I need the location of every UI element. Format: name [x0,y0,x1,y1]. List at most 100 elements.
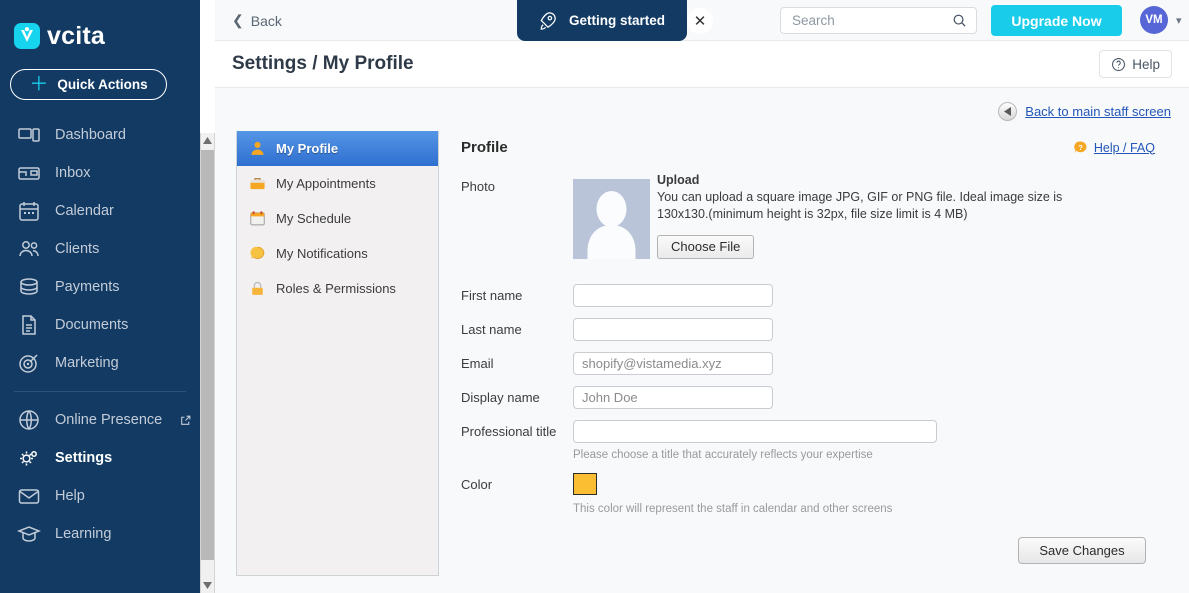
help-bubble-icon: ? [1074,141,1087,154]
sidebar-item-label: Online Presence [55,412,163,428]
professional-title-field[interactable] [573,420,937,443]
sidebar-item-inbox[interactable]: Inbox [0,154,200,192]
getting-started-label: Getting started [569,13,666,28]
profile-heading: Profile [461,139,508,156]
display-name-label: Display name [461,390,540,405]
page-title: Settings / My Profile [232,53,414,74]
sidebar-scrollbar[interactable] [200,133,215,593]
settings-menu-item-my-profile[interactable]: My Profile [237,131,438,166]
save-changes-button[interactable]: Save Changes [1018,537,1146,564]
sidebar-item-help[interactable]: Help [0,477,200,515]
notification-bubble-icon [250,246,265,260]
search-box[interactable] [780,7,977,34]
calendar-icon [19,202,39,221]
sidebar-item-label: Settings [55,450,113,466]
photo-label: Photo [461,179,495,194]
svg-text:?: ? [1078,143,1083,152]
settings-menu-label: My Profile [276,141,339,156]
payments-icon [20,278,38,295]
upload-description: You can upload a square image JPG, GIF o… [657,190,1063,222]
briefcase-icon [250,178,265,190]
settings-menu-label: My Notifications [276,246,368,261]
vcita-logo-icon [14,23,40,49]
last-name-field[interactable] [573,318,773,341]
sidebar-item-label: Calendar [55,203,114,219]
settings-menu-label: Roles & Permissions [276,281,396,296]
upload-title: Upload [657,173,700,187]
plus-icon: ＋ [29,74,49,95]
back-to-staff-label: Back to main staff screen [1025,104,1171,119]
globe-icon [19,410,39,430]
sidebar-item-label: Marketing [55,355,119,371]
calendar-icon [250,211,265,226]
sidebar-item-online-presence[interactable]: Online Presence [0,401,200,439]
chevron-left-icon: ❮ [232,12,244,28]
help-faq-link[interactable]: ? Help / FAQ [1073,140,1155,155]
external-link-icon [181,415,191,425]
settings-menu-label: My Appointments [276,176,376,191]
settings-menu-item-my-notifications[interactable]: My Notifications [237,236,438,271]
scrollbar-thumb[interactable] [201,150,214,560]
display-name-field[interactable] [573,386,773,409]
sidebar-item-clients[interactable]: Clients [0,230,200,268]
sidebar-item-label: Dashboard [55,127,126,143]
sidebar-item-label: Learning [55,526,112,542]
choose-file-button[interactable]: Choose File [657,234,755,259]
back-to-main-staff-screen-link[interactable]: Back to main staff screen [998,102,1171,121]
profile-panel: Profile ? Help / FAQ Photo Upload You ca… [455,131,1169,593]
sidebar-item-dashboard[interactable]: Dashboard [0,116,200,154]
color-swatch[interactable] [573,473,597,495]
last-name-label: Last name [461,322,522,337]
first-name-field[interactable] [573,284,773,307]
scroll-down-arrow-icon[interactable] [201,578,214,593]
search-icon[interactable] [952,13,967,28]
settings-submenu: My Profile My Appointments My Schedule M… [236,131,439,576]
settings-menu-item-my-schedule[interactable]: My Schedule [237,201,438,236]
clients-icon [19,241,39,257]
photo-upload-info: Upload You can upload a square image JPG… [657,173,1077,259]
back-arrow-icon [998,102,1018,121]
back-button[interactable]: ❮ Back [232,12,282,29]
question-circle-icon [1112,57,1126,71]
user-icon [251,141,264,155]
brand-name: vcita [47,21,105,50]
dashboard-icon [18,128,40,142]
sidebar-item-calendar[interactable]: Calendar [0,192,200,230]
quick-actions-label: Quick Actions [57,77,148,92]
chevron-down-icon: ▾ [1176,14,1182,27]
user-menu[interactable]: VM ▾ [1140,6,1182,34]
sidebar-item-label: Clients [55,241,100,257]
help-button[interactable]: Help [1099,50,1172,78]
help-faq-label: Help / FAQ [1093,140,1155,155]
sidebar-item-settings[interactable]: Settings [0,439,200,477]
sidebar-item-learning[interactable]: Learning [0,515,200,553]
sidebar-item-marketing[interactable]: Marketing [0,344,200,382]
scroll-up-arrow-icon[interactable] [201,133,214,148]
inbox-icon [18,167,40,180]
brand-logo[interactable]: vcita [0,0,200,49]
app-sidebar: vcita ＋ Quick Actions Dashboard Inbox Ca… [0,0,200,593]
first-name-label: First name [461,288,523,303]
settings-menu-item-roles-permissions[interactable]: Roles & Permissions [237,271,438,306]
search-input[interactable] [781,8,946,33]
sidebar-item-payments[interactable]: Payments [0,268,200,306]
avatar: VM [1140,6,1168,34]
sidebar-nav-primary: Dashboard Inbox Calendar Clients Payment… [0,116,200,382]
upgrade-now-button[interactable]: Upgrade Now [991,5,1122,36]
quick-actions-button[interactable]: ＋ Quick Actions [10,69,167,100]
lock-icon [252,281,263,295]
close-icon[interactable]: ✕ [687,8,713,34]
avatar-silhouette-icon [573,179,650,259]
content-area: Back to main staff screen My Profile My … [215,88,1189,593]
gear-icon [20,451,37,466]
sidebar-item-label: Payments [55,279,120,295]
getting-started-tab[interactable]: Getting started [517,0,687,41]
help-button-label: Help [1132,56,1160,72]
sidebar-nav-secondary: Online Presence Settings Help Learning [0,401,200,553]
sidebar-item-label: Help [55,488,85,504]
documents-icon [22,315,36,335]
email-field[interactable] [573,352,773,375]
back-label: Back [250,12,282,29]
settings-menu-item-my-appointments[interactable]: My Appointments [237,166,438,201]
sidebar-item-documents[interactable]: Documents [0,306,200,344]
